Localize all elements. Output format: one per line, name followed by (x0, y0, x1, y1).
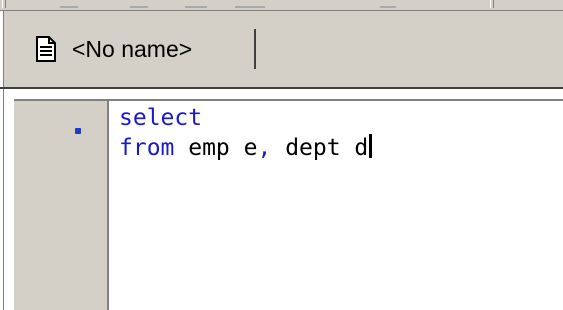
code-token-plain: dept d (271, 135, 369, 161)
code-line: from emp e, dept d (119, 133, 373, 163)
code-token-keyword: from (119, 135, 175, 161)
tab-no-name[interactable]: <No name> (18, 29, 256, 69)
toolbar-separator (235, 6, 265, 8)
code-token-punct: , (257, 135, 272, 161)
code-line: select (119, 103, 202, 133)
toolbar-strip (0, 0, 563, 11)
toolbar-separator (130, 6, 148, 8)
toolbar-separator (380, 6, 396, 8)
sql-editor[interactable]: select from emp e, dept d (0, 87, 563, 310)
toolbar-grip[interactable] (2, 0, 6, 8)
code-area[interactable]: select from emp e, dept d (109, 99, 563, 310)
text-caret (369, 134, 373, 158)
document-icon (34, 36, 58, 62)
code-token-keyword: select (119, 105, 203, 131)
tab-strip: <No name> (0, 11, 563, 87)
code-token-plain: emp e (174, 135, 258, 161)
editor-gutter[interactable] (14, 99, 109, 310)
tab-label: <No name> (72, 35, 193, 62)
toolbar-grip[interactable] (490, 0, 494, 8)
current-line-marker-icon (75, 128, 81, 134)
toolbar-separator (60, 6, 78, 8)
toolbar-separator (185, 6, 207, 8)
